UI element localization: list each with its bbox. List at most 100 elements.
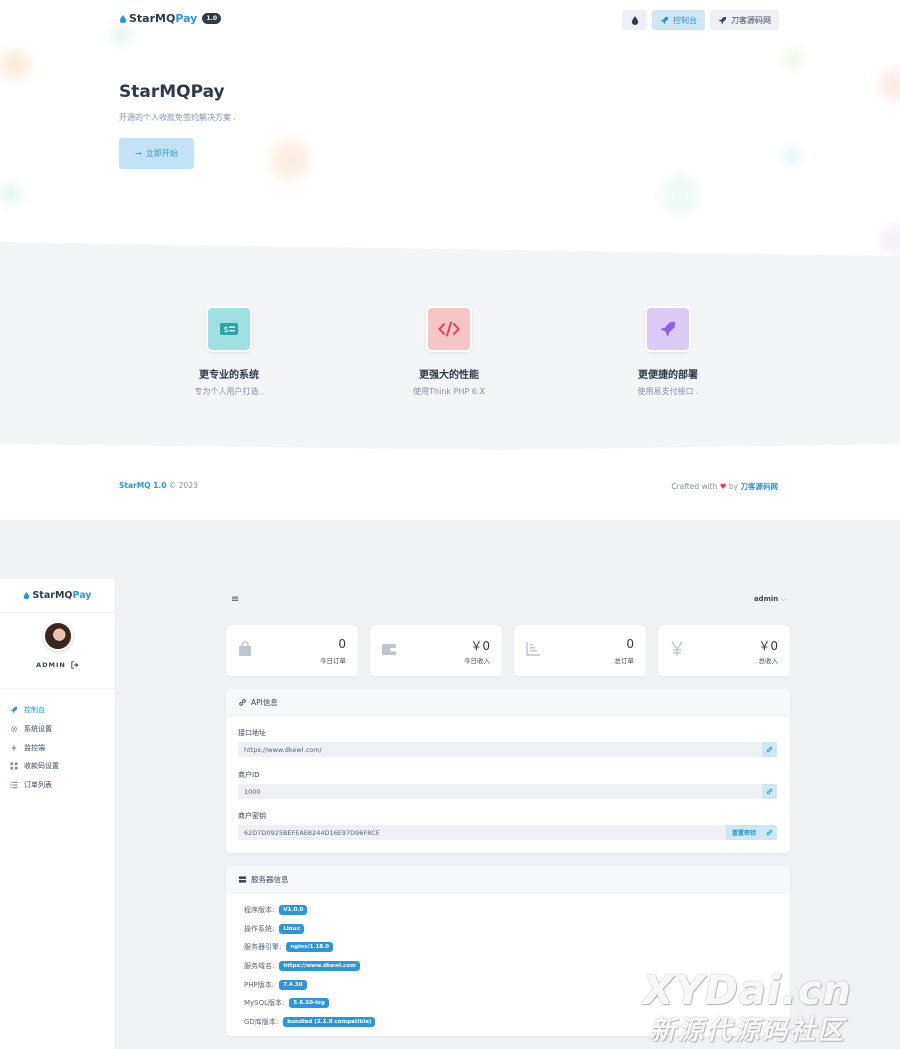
hero-title: StarMQPay: [119, 82, 225, 102]
api-url-value: https://www.dkewl.com/: [244, 745, 322, 754]
feature-card: 更强大的性能 使用Think PHP 6.X: [379, 306, 519, 397]
bolt-icon: [11, 743, 17, 752]
stat-card-today-income: ￥0 今日收入: [370, 625, 502, 676]
admin-user-dropdown[interactable]: admin ⌵: [754, 595, 786, 604]
watermark-line1: XYDai.cn: [642, 968, 852, 1014]
server-row: GD库版本: bundled (2.1.0 compatible): [244, 1017, 376, 1027]
stat-label: 总收入: [758, 657, 779, 665]
rocket-icon: [660, 321, 676, 337]
watermark-line2: 新源代源码社区: [649, 1016, 846, 1046]
sidebar-item-label: 订单列表: [24, 781, 52, 790]
stat-value: 0: [338, 637, 346, 651]
server-row: 服务器引擎: nginx/1.18.0: [244, 942, 334, 952]
feature-icon-box: [645, 306, 691, 352]
server-row: 程序版本: V1.0.0: [244, 905, 308, 915]
server-row-label: 操作系统:: [244, 925, 275, 933]
footer-year: © 2023: [168, 481, 198, 490]
server-row-label: PHP版本:: [244, 981, 275, 989]
logo-text-star: StarMQ: [129, 12, 176, 25]
copy-icon: [766, 829, 773, 836]
merchant-id-value: 1000: [244, 787, 261, 796]
server-row: PHP版本: 7.4.30: [244, 980, 307, 990]
sidebar-logo-star: StarMQ: [32, 590, 73, 601]
logout-icon[interactable]: [71, 661, 79, 669]
wallet-icon: [382, 644, 396, 655]
console-button[interactable]: 控制台: [652, 10, 705, 30]
copy-button[interactable]: [762, 825, 777, 840]
sidebar-item-orders[interactable]: 订单列表: [0, 776, 115, 795]
menu-icon[interactable]: ≡: [231, 594, 239, 605]
server-row: 操作系统: Linux: [244, 924, 305, 934]
server-row-label: 程序版本:: [244, 906, 275, 914]
sidebar: StarMQ Pay ADMIN 控制台 系统设置 监控端 收款码设置 订单列表: [0, 579, 116, 1049]
svg-text:$: $: [224, 325, 229, 334]
copy-icon: [766, 788, 773, 795]
merchant-key-field[interactable]: 62D7D0925BEFEAE8244D16E97D96F8CE 重置密钥: [238, 825, 777, 840]
chevron-down-icon: ⌵: [780, 595, 786, 603]
admin-user-label: admin: [753, 595, 779, 603]
sidebar-item-label: 监控端: [24, 743, 45, 752]
stat-value: 0: [626, 637, 634, 651]
bag-icon: [239, 641, 251, 656]
api-url-field[interactable]: https://www.dkewl.com/: [238, 742, 777, 757]
footer-brand[interactable]: StarMQ 1.0: [119, 481, 166, 490]
admin-header: ≡ admin ⌵: [226, 592, 790, 610]
server-row-value: bundled (2.1.0 compatible): [283, 1017, 376, 1027]
sidebar-item-label: 系统设置: [24, 725, 52, 734]
sidebar-username: ADMIN: [36, 661, 66, 669]
feature-icon-box: $: [206, 306, 252, 352]
rocket-icon: [718, 16, 727, 24]
sidebar-item-qrcode[interactable]: 收款码设置: [0, 757, 115, 776]
copy-icon: [766, 746, 773, 753]
feature-title: 更强大的性能: [419, 370, 479, 381]
watermark: XYDai.cn 新源代源码社区: [643, 968, 852, 1047]
site-link-button[interactable]: 刀客源码网: [710, 10, 779, 30]
site-logo[interactable]: StarMQ Pay 1.0: [119, 12, 221, 25]
crafted-brand-link[interactable]: 刀客源码网: [741, 482, 779, 491]
stat-label: 总订单: [614, 657, 635, 665]
stat-label: 今日订单: [320, 657, 346, 665]
sidebar-menu: 控制台 系统设置 监控端 收款码设置 订单列表: [0, 701, 115, 794]
feature-card: 更便捷的部署 使用易支付接口 .: [598, 306, 738, 397]
server-row-value: Linux: [279, 924, 305, 934]
sidebar-item-console[interactable]: 控制台: [0, 701, 115, 720]
server-row-label: MySQL版本:: [244, 999, 285, 1007]
sidebar-item-settings[interactable]: 系统设置: [0, 720, 115, 739]
copy-button[interactable]: [762, 784, 777, 799]
api-card-title: API信息: [251, 697, 278, 707]
version-badge: 1.0: [202, 13, 221, 24]
sidebar-logo[interactable]: StarMQ Pay: [0, 579, 115, 613]
stat-label: 今日收入: [464, 657, 490, 665]
hero-subtitle: 开源的个人收款免签约解决方案 .: [119, 113, 237, 122]
console-label: 控制台: [673, 15, 697, 25]
code-icon: [438, 321, 460, 337]
avatar[interactable]: [42, 621, 73, 651]
theme-toggle-button[interactable]: [622, 10, 647, 30]
link-icon: [239, 698, 246, 706]
start-button-label: 立即开始: [145, 149, 178, 158]
crafted-by: by: [728, 482, 739, 491]
server-icon: [238, 875, 247, 883]
logo-text-pay: Pay: [175, 12, 198, 25]
feature-card: $ 更专业的系统 专为个人用户打造 .: [159, 306, 299, 397]
server-row-label: 服务域名:: [244, 962, 275, 970]
reset-key-button[interactable]: 重置密钥: [725, 825, 762, 840]
start-button[interactable]: → 立即开始: [119, 138, 194, 169]
top-navbar: StarMQ Pay 1.0 控制台 刀客源码网: [119, 10, 779, 30]
stat-card-total-orders: 0 总订单: [514, 625, 646, 676]
sidebar-item-label: 收款码设置: [24, 762, 59, 771]
server-row: MySQL版本: 5.6.50-log: [244, 998, 329, 1008]
sidebar-logo-pay: Pay: [72, 590, 92, 601]
feature-title: 更专业的系统: [199, 370, 259, 381]
server-card-title: 服务器信息: [251, 874, 289, 884]
money-icon: $: [220, 323, 238, 335]
drop-icon: [631, 15, 638, 25]
feature-desc: 使用Think PHP 6.X: [413, 387, 485, 396]
sidebar-item-monitor[interactable]: 监控端: [0, 738, 115, 757]
footer-copyright: StarMQ 1.0 © 2023: [119, 481, 198, 490]
copy-button[interactable]: [762, 742, 777, 757]
gear-icon: [10, 725, 18, 733]
server-row-value: nginx/1.18.0: [286, 942, 334, 952]
merchant-id-field[interactable]: 1000: [238, 784, 777, 799]
footer-credit: Crafted with ♥ by 刀客源码网: [671, 481, 778, 492]
